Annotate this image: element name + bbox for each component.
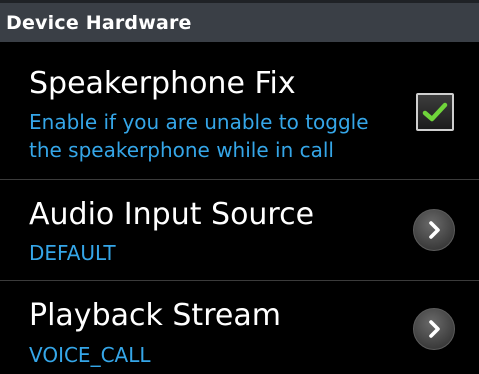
pref-playback-stream[interactable]: Playback Stream VOICE_CALL: [0, 281, 479, 374]
pref-summary: VOICE_CALL: [29, 343, 151, 367]
speakerphone-fix-checkbox[interactable]: [416, 93, 454, 131]
pref-speakerphone-fix[interactable]: Speakerphone Fix Enable if you are unabl…: [0, 42, 479, 180]
audio-input-source-chevron-button[interactable]: [413, 209, 455, 251]
playback-stream-chevron-button[interactable]: [413, 308, 455, 350]
pref-summary-line: Enable if you are unable to toggle: [29, 110, 369, 134]
category-title: Device Hardware: [6, 11, 192, 34]
category-header: Device Hardware: [0, 0, 479, 42]
pref-audio-input-source[interactable]: Audio Input Source DEFAULT: [0, 180, 479, 281]
preferences-screen: Device Hardware Speakerphone Fix Enable …: [0, 0, 479, 374]
pref-summary: DEFAULT: [29, 241, 116, 265]
pref-summary-line: the speakerphone while in call: [29, 138, 334, 162]
chevron-right-icon: [429, 221, 440, 239]
pref-title: Speakerphone Fix: [29, 66, 296, 101]
chevron-right-icon: [429, 320, 440, 338]
pref-summary: Enable if you are unable to toggle the s…: [29, 108, 369, 164]
pref-title: Playback Stream: [29, 298, 281, 333]
pref-title: Audio Input Source: [29, 197, 315, 232]
checkmark-icon: [422, 102, 448, 122]
